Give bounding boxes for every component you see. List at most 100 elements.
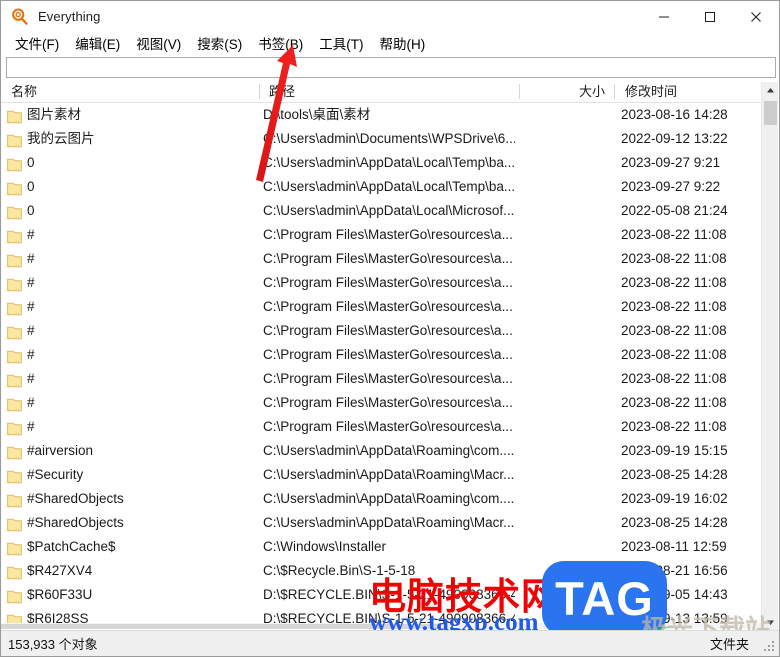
cell-date: 2023-08-21 16:56 <box>621 563 728 578</box>
cell-date: 2023-08-25 14:28 <box>621 467 728 482</box>
cell-date: 2022-05-08 21:24 <box>621 203 728 218</box>
cell-size <box>401 463 513 487</box>
cell-date: 2023-08-22 11:08 <box>621 395 727 410</box>
scroll-up-icon[interactable] <box>762 82 779 99</box>
status-bar: 153,933 个对象 文件夹 <box>1 630 779 656</box>
menu-view[interactable]: 视图(V) <box>128 32 189 55</box>
table-row[interactable]: 0 C:\Users\admin\AppData\Local\Temp\ba...… <box>1 151 763 175</box>
window-controls <box>641 1 779 32</box>
column-header-row: 名称 路径 大小 修改时间 <box>1 81 779 103</box>
file-name-label: # <box>27 251 35 266</box>
cell-name: # <box>7 247 257 271</box>
table-row[interactable]: # C:\Program Files\MasterGo\resources\a..… <box>1 295 763 319</box>
column-header-date[interactable]: 修改时间 <box>619 81 759 102</box>
cell-size <box>401 535 513 559</box>
cell-size <box>401 175 513 199</box>
menu-edit[interactable]: 编辑(E) <box>67 32 128 55</box>
cell-name: # <box>7 391 257 415</box>
cell-name: 0 <box>7 175 257 199</box>
table-row[interactable]: $R427XV4 C:\$Recycle.Bin\S-1-5-18 2023-08-… <box>1 559 763 583</box>
hscrollbar-thumb[interactable] <box>1 624 441 629</box>
scrollbar-thumb[interactable] <box>764 101 777 125</box>
folder-icon <box>7 540 22 556</box>
cell-date: 2023-08-22 11:08 <box>621 419 727 434</box>
column-header-size[interactable]: 大小 <box>501 81 611 102</box>
cell-size <box>401 583 513 607</box>
close-button[interactable] <box>733 1 779 32</box>
folder-icon <box>7 396 22 412</box>
column-divider[interactable] <box>259 84 260 99</box>
cell-name: # <box>7 223 257 247</box>
folder-icon <box>7 516 22 532</box>
cell-date: 2023-08-22 11:08 <box>621 275 727 290</box>
folder-icon <box>7 180 22 196</box>
table-row[interactable]: $R60F33U D:\$RECYCLE.BIN\S-1-5-21-4909083… <box>1 583 763 607</box>
table-row[interactable]: # C:\Program Files\MasterGo\resources\a..… <box>1 223 763 247</box>
folder-icon <box>7 252 22 268</box>
folder-icon <box>7 468 22 484</box>
table-row[interactable]: 0 C:\Users\admin\AppData\Local\Temp\ba...… <box>1 175 763 199</box>
table-row[interactable]: 我的云图片 C:\Users\admin\Documents\WPSDrive\6… <box>1 127 763 151</box>
cell-size <box>401 247 513 271</box>
column-divider[interactable] <box>614 84 615 99</box>
cell-size <box>401 439 513 463</box>
file-name-label: 0 <box>27 203 35 218</box>
cell-date: 2023-08-25 14:28 <box>621 515 728 530</box>
cell-date: 2023-08-11 12:59 <box>621 539 727 554</box>
results-list[interactable]: 图片素材 D:\tools\桌面\素材 2023-08-16 14:28 我的云图片 C… <box>1 103 763 631</box>
column-header-path[interactable]: 路径 <box>263 81 515 102</box>
folder-icon <box>7 204 22 220</box>
table-row[interactable]: #airversion C:\Users\admin\AppData\Roamin… <box>1 439 763 463</box>
horizontal-scrollbar[interactable] <box>1 623 763 629</box>
cell-size <box>401 343 513 367</box>
minimize-button[interactable] <box>641 1 687 32</box>
cell-date: 2023-09-27 9:22 <box>621 179 721 194</box>
cell-size <box>401 271 513 295</box>
table-row[interactable]: # C:\Program Files\MasterGo\resources\a..… <box>1 367 763 391</box>
cell-name: # <box>7 343 257 367</box>
table-row[interactable]: # C:\Program Files\MasterGo\resources\a..… <box>1 343 763 367</box>
table-row[interactable]: #Security C:\Users\admin\AppData\Roaming\… <box>1 463 763 487</box>
menu-bookmarks[interactable]: 书签(B) <box>250 32 311 55</box>
cell-name: $R60F33U <box>7 583 257 607</box>
menu-search[interactable]: 搜索(S) <box>189 32 250 55</box>
cell-name: # <box>7 415 257 439</box>
table-row[interactable]: # C:\Program Files\MasterGo\resources\a..… <box>1 319 763 343</box>
table-row[interactable]: 图片素材 D:\tools\桌面\素材 2023-08-16 14:28 <box>1 103 763 127</box>
folder-icon <box>7 324 22 340</box>
table-row[interactable]: # C:\Program Files\MasterGo\resources\a..… <box>1 391 763 415</box>
scroll-down-icon[interactable] <box>762 614 779 631</box>
folder-icon <box>7 300 22 316</box>
table-row[interactable]: $PatchCache$ C:\Windows\Installer 2023-08-… <box>1 535 763 559</box>
menu-help[interactable]: 帮助(H) <box>372 32 434 55</box>
cell-name: #airversion <box>7 439 257 463</box>
file-name-label: # <box>27 419 35 434</box>
resize-grip-icon[interactable] <box>764 641 776 653</box>
everything-window: Everything 文件(F) 编辑(E) 视图(V) 搜索(S) 书签(B)… <box>0 0 780 657</box>
table-row[interactable]: 0 C:\Users\admin\AppData\Local\Microsof..… <box>1 199 763 223</box>
cell-name: # <box>7 295 257 319</box>
cell-name: #SharedObjects <box>7 487 257 511</box>
folder-icon <box>7 588 22 604</box>
menu-tools[interactable]: 工具(T) <box>311 32 371 55</box>
table-row[interactable]: # C:\Program Files\MasterGo\resources\a..… <box>1 247 763 271</box>
file-name-label: $R427XV4 <box>27 563 93 578</box>
vertical-scrollbar[interactable] <box>761 82 778 631</box>
file-name-label: $PatchCache$ <box>27 539 116 554</box>
maximize-button[interactable] <box>687 1 733 32</box>
cell-size <box>401 391 513 415</box>
table-row[interactable]: #SharedObjects C:\Users\admin\AppData\Roa… <box>1 511 763 535</box>
file-name-label: # <box>27 323 35 338</box>
file-name-label: #Security <box>27 467 84 482</box>
file-name-label: #SharedObjects <box>27 491 124 506</box>
table-row[interactable]: #SharedObjects C:\Users\admin\AppData\Roa… <box>1 487 763 511</box>
column-header-name[interactable]: 名称 <box>5 81 257 102</box>
table-row[interactable]: # C:\Program Files\MasterGo\resources\a..… <box>1 415 763 439</box>
search-input[interactable] <box>6 57 776 78</box>
table-row[interactable]: # C:\Program Files\MasterGo\resources\a..… <box>1 271 763 295</box>
cell-date: 2023-09-05 14:43 <box>621 587 728 602</box>
item-type-label: 文件夹 <box>709 637 749 652</box>
menu-file[interactable]: 文件(F) <box>7 32 67 55</box>
search-bar <box>1 54 779 81</box>
file-name-label: 我的云图片 <box>27 131 95 146</box>
